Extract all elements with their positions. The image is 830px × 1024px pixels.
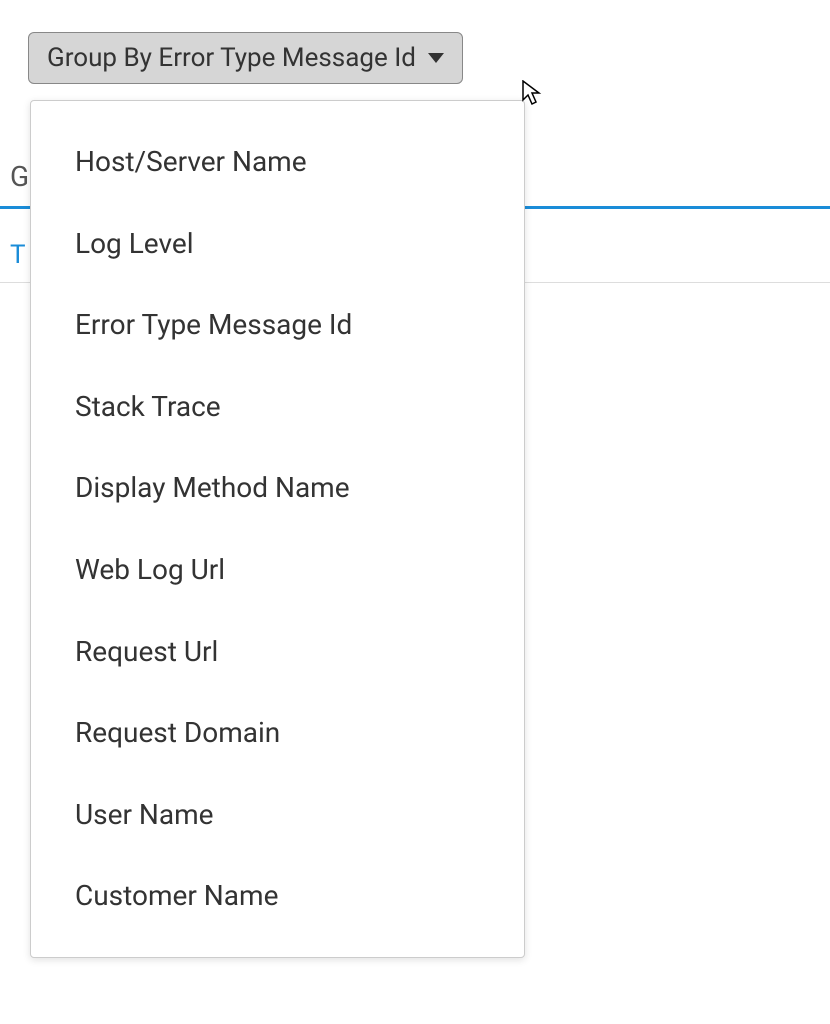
dropdown-option-customer-name[interactable]: Customer Name: [31, 855, 524, 937]
dropdown-option-display-method-name[interactable]: Display Method Name: [31, 447, 524, 529]
cursor-arrow-icon: [522, 80, 544, 110]
dropdown-option-host-server-name[interactable]: Host/Server Name: [31, 121, 524, 203]
dropdown-option-error-type-message-id[interactable]: Error Type Message Id: [31, 284, 524, 366]
dropdown-option-web-log-url[interactable]: Web Log Url: [31, 529, 524, 611]
dropdown-option-user-name[interactable]: User Name: [31, 774, 524, 856]
dropdown-option-log-level[interactable]: Log Level: [31, 203, 524, 285]
tab-partial[interactable]: T: [10, 240, 26, 270]
dropdown-option-request-url[interactable]: Request Url: [31, 611, 524, 693]
dropdown-option-stack-trace[interactable]: Stack Trace: [31, 366, 524, 448]
caret-down-icon: [428, 53, 444, 63]
page-header-partial: G: [10, 160, 29, 193]
group-by-dropdown-menu: Host/Server Name Log Level Error Type Me…: [30, 100, 525, 958]
dropdown-option-request-domain[interactable]: Request Domain: [31, 692, 524, 774]
group-by-button-label: Group By Error Type Message Id: [47, 43, 416, 73]
group-by-dropdown-button[interactable]: Group By Error Type Message Id: [28, 32, 463, 84]
